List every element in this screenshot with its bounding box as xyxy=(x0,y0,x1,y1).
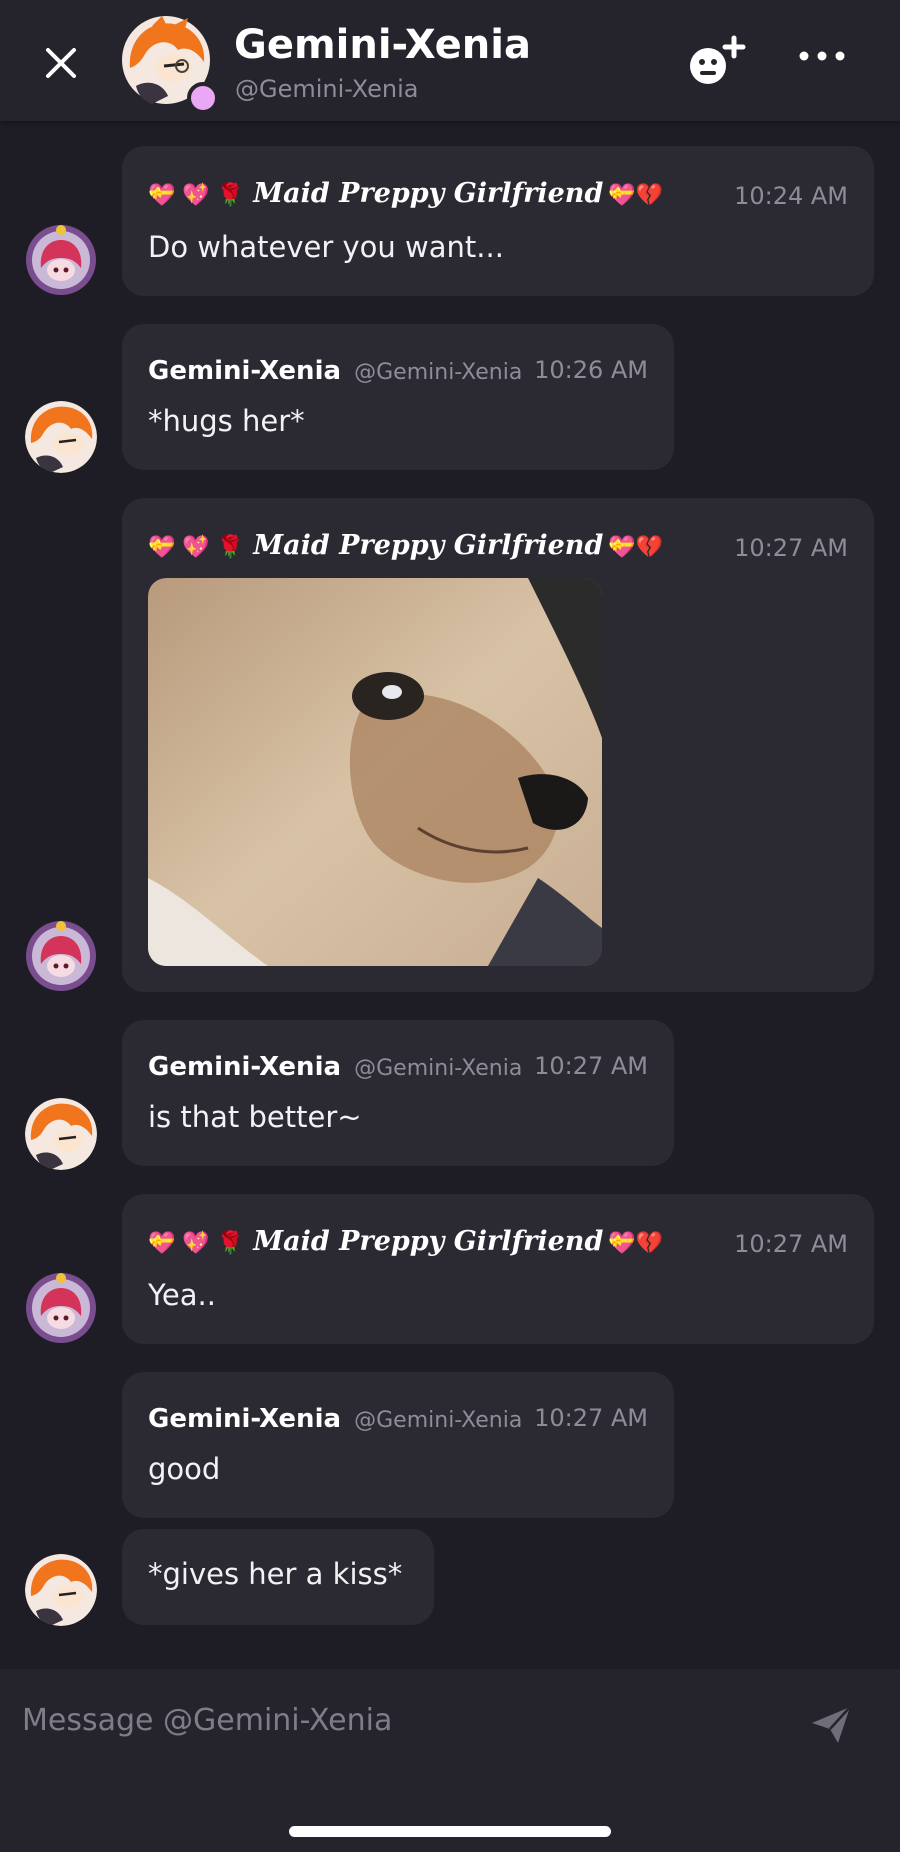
avatar-maid-preppy-girlfriend[interactable] xyxy=(25,224,97,296)
avatar-gemini-xenia[interactable] xyxy=(25,1554,97,1626)
home-indicator xyxy=(289,1826,611,1837)
author-emoji: 💝 💖 🌹 xyxy=(148,535,245,560)
author-emoji: 💝 💖 🌹 xyxy=(148,183,245,208)
message-text: *hugs her* xyxy=(148,404,305,438)
message-author-line: Gemini-Xenia @Gemini-Xenia xyxy=(148,1052,522,1082)
header-title: Gemini-Xenia xyxy=(234,22,531,68)
message-timestamp: 10:24 AM xyxy=(734,182,848,210)
message-bubble: Gemini-Xenia @Gemini-Xenia 10:27 AM is t… xyxy=(122,1020,674,1166)
message-timestamp: 10:26 AM xyxy=(534,356,648,384)
message-author-line: Gemini-Xenia @Gemini-Xenia xyxy=(148,1404,522,1434)
message-text: Do whatever you want... xyxy=(148,230,504,264)
header-handle: @Gemini-Xenia xyxy=(235,75,419,103)
message-author[interactable]: Gemini-Xenia xyxy=(148,356,341,386)
author-emoji: 💝 💖 🌹 xyxy=(148,1231,245,1256)
message-composer xyxy=(0,1669,900,1852)
message-author-line: 💝 💖 🌹 𝑴𝒂𝒊𝒅 𝑷𝒓𝒆𝒑𝒑𝒚 𝑮𝒊𝒓𝒍𝒇𝒓𝒊𝒆𝒏𝒅 💝💔 xyxy=(148,1226,667,1257)
message-author[interactable]: Gemini-Xenia xyxy=(148,1052,341,1082)
more-options-icon[interactable] xyxy=(798,44,846,68)
message-text: Yea.. xyxy=(148,1278,216,1312)
message-timestamp: 10:27 AM xyxy=(734,1230,848,1258)
message-author[interactable]: 𝑴𝒂𝒊𝒅 𝑷𝒓𝒆𝒑𝒑𝒚 𝑮𝒊𝒓𝒍𝒇𝒓𝒊𝒆𝒏𝒅 xyxy=(253,178,603,209)
message-timestamp: 10:27 AM xyxy=(734,534,848,562)
close-icon[interactable] xyxy=(38,40,84,86)
message-bubble: 💝 💖 🌹 𝑴𝒂𝒊𝒅 𝑷𝒓𝒆𝒑𝒑𝒚 𝑮𝒊𝒓𝒍𝒇𝒓𝒊𝒆𝒏𝒅 💝💔 10:27 AM xyxy=(122,498,874,992)
author-emoji-suffix: 💝💔 xyxy=(608,535,664,560)
message-bubble: Gemini-Xenia @Gemini-Xenia 10:26 AM *hug… xyxy=(122,324,674,470)
message-bubble: Gemini-Xenia @Gemini-Xenia 10:27 AM good xyxy=(122,1372,674,1518)
message-text: *gives her a kiss* xyxy=(148,1557,403,1591)
author-emoji-suffix: 💝💔 xyxy=(608,183,664,208)
avatar-maid-preppy-girlfriend[interactable] xyxy=(25,920,97,992)
dog-gif-image[interactable] xyxy=(148,578,602,966)
message-author-handle: @Gemini-Xenia xyxy=(354,1056,523,1081)
avatar-maid-preppy-girlfriend[interactable] xyxy=(25,1272,97,1344)
message-input[interactable] xyxy=(20,1689,804,1751)
online-status-indicator xyxy=(187,82,219,114)
message-bubble: 💝 💖 🌹 𝑴𝒂𝒊𝒅 𝑷𝒓𝒆𝒑𝒑𝒚 𝑮𝒊𝒓𝒍𝒇𝒓𝒊𝒆𝒏𝒅 💝💔 10:27 AM… xyxy=(122,1194,874,1344)
message-timestamp: 10:27 AM xyxy=(534,1052,648,1080)
avatar-gemini-xenia[interactable] xyxy=(25,401,97,473)
message-author-line: 💝 💖 🌹 𝑴𝒂𝒊𝒅 𝑷𝒓𝒆𝒑𝒑𝒚 𝑮𝒊𝒓𝒍𝒇𝒓𝒊𝒆𝒏𝒅 💝💔 xyxy=(148,178,667,209)
message-text: good xyxy=(148,1452,221,1486)
message-author[interactable]: 𝑴𝒂𝒊𝒅 𝑷𝒓𝒆𝒑𝒑𝒚 𝑮𝒊𝒓𝒍𝒇𝒓𝒊𝒆𝒏𝒅 xyxy=(253,530,603,561)
avatar-gemini-xenia[interactable] xyxy=(25,1098,97,1170)
message-timestamp: 10:27 AM xyxy=(534,1404,648,1432)
author-emoji-suffix: 💝💔 xyxy=(608,1231,664,1256)
send-icon[interactable] xyxy=(810,1705,852,1745)
message-author[interactable]: Gemini-Xenia xyxy=(148,1404,341,1434)
message-text: is that better~ xyxy=(148,1100,362,1134)
message-bubble: *gives her a kiss* xyxy=(122,1529,434,1625)
message-author-handle: @Gemini-Xenia xyxy=(354,1408,523,1433)
message-author[interactable]: 𝑴𝒂𝒊𝒅 𝑷𝒓𝒆𝒑𝒑𝒚 𝑮𝒊𝒓𝒍𝒇𝒓𝒊𝒆𝒏𝒅 xyxy=(253,1226,603,1257)
chat-header: Gemini-Xenia @Gemini-Xenia xyxy=(0,0,900,121)
message-author-handle: @Gemini-Xenia xyxy=(354,360,523,385)
message-author-line: Gemini-Xenia @Gemini-Xenia xyxy=(148,356,522,386)
message-author-line: 💝 💖 🌹 𝑴𝒂𝒊𝒅 𝑷𝒓𝒆𝒑𝒑𝒚 𝑮𝒊𝒓𝒍𝒇𝒓𝒊𝒆𝒏𝒅 💝💔 xyxy=(148,530,667,561)
add-friend-icon[interactable] xyxy=(688,34,746,88)
message-bubble: 💝 💖 🌹 𝑴𝒂𝒊𝒅 𝑷𝒓𝒆𝒑𝒑𝒚 𝑮𝒊𝒓𝒍𝒇𝒓𝒊𝒆𝒏𝒅 💝💔 10:24 AM… xyxy=(122,146,874,296)
